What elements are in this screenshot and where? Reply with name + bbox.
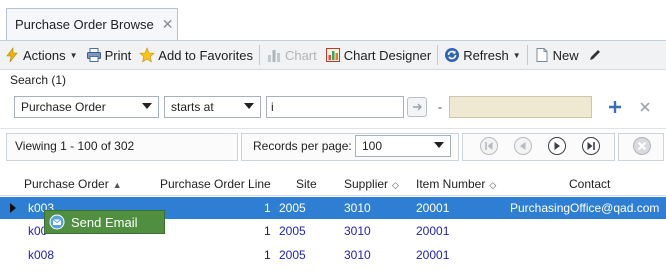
chart-button[interactable]: Chart: [262, 43, 321, 67]
new-label: New: [552, 47, 579, 63]
records-per-page-label: Records per page:: [253, 139, 352, 153]
send-email-label: Send Email: [71, 214, 138, 230]
remove-criteria-button[interactable]: [636, 98, 654, 116]
records-per-page-value: 100: [362, 139, 383, 153]
search-range-end-field[interactable]: [449, 96, 592, 118]
cell-po-line: 1: [264, 201, 271, 215]
add-criteria-button[interactable]: [606, 98, 624, 116]
cell-item-number: 20001: [416, 201, 450, 215]
cell-item-number: 20001: [416, 248, 450, 262]
chevron-down-icon: ▼: [512, 50, 521, 60]
bar-chart-icon: [267, 50, 280, 62]
chevron-down-icon: [434, 142, 444, 148]
refresh-icon: [445, 48, 460, 62]
close-icon: [640, 102, 650, 112]
next-page-icon[interactable]: [547, 136, 567, 156]
toolbar-divider: [437, 45, 439, 65]
cell-site: 2005: [279, 201, 306, 215]
cell-supplier: 3010: [344, 248, 371, 262]
actions-menu-button[interactable]: Actions ▼: [0, 43, 82, 67]
search-criteria-row: Purchase Order starts at -: [0, 92, 666, 122]
lookup-button[interactable]: [407, 97, 427, 117]
current-row-indicator-icon: [10, 203, 16, 213]
search-value-input[interactable]: [266, 96, 404, 118]
range-separator: -: [438, 100, 442, 114]
column-header-supplier[interactable]: Supplier ◇: [344, 177, 399, 191]
sort-icon: ◇: [392, 180, 399, 190]
print-label: Print: [104, 47, 132, 63]
stop-icon[interactable]: [632, 136, 652, 156]
column-header-site[interactable]: Site: [296, 177, 317, 191]
toolbar-divider: [258, 45, 260, 65]
close-icon[interactable]: ✕: [162, 16, 174, 33]
print-button[interactable]: Print: [82, 43, 136, 67]
chevron-down-icon: ▼: [69, 50, 78, 60]
column-header-purchase-order-line[interactable]: Purchase Order Line: [160, 177, 271, 191]
records-per-page-select[interactable]: 100: [355, 135, 451, 157]
viewing-range-text: Viewing 1 - 100 of 302: [15, 139, 135, 153]
sort-ascending-icon: ▲: [112, 180, 122, 190]
send-email-menu-item[interactable]: Send Email: [44, 210, 165, 234]
printer-icon: [86, 48, 101, 62]
search-field-value: Purchase Order: [21, 100, 106, 114]
pencil-icon: [589, 50, 600, 60]
star-icon: [139, 47, 156, 63]
lightning-icon: [6, 47, 18, 63]
paging-bar: Viewing 1 - 100 of 302 Records per page:…: [0, 128, 666, 162]
cell-item-number: 20001: [416, 224, 450, 238]
lookup-icon: [413, 103, 422, 111]
column-header-purchase-order[interactable]: Purchase Order ▲: [24, 177, 122, 191]
column-header-contact[interactable]: Contact: [569, 177, 610, 191]
search-operator-select[interactable]: starts at: [164, 96, 261, 118]
edit-button[interactable]: [583, 43, 607, 67]
chart-designer-button[interactable]: Chart Designer: [321, 43, 435, 67]
refresh-label: Refresh: [463, 47, 509, 63]
chevron-down-icon: [244, 103, 254, 109]
search-field-select[interactable]: Purchase Order: [14, 96, 159, 118]
search-section-label: Search (1): [10, 73, 67, 87]
tab-bar: Purchase Order Browse ✕: [0, 0, 666, 40]
tab-title: Purchase Order Browse: [15, 17, 154, 32]
cell-po-line: 1: [264, 248, 271, 262]
chevron-down-icon: [142, 103, 152, 109]
column-header-item-number[interactable]: Item Number ◇: [416, 177, 496, 191]
plus-icon: [609, 101, 621, 113]
grid-header: Purchase Order ▲ Purchase Order Line Site…: [0, 172, 666, 196]
chart-designer-label: Chart Designer: [343, 47, 432, 63]
cell-supplier: 3010: [344, 224, 371, 238]
cell-po-line: 1: [264, 224, 271, 238]
first-page-icon[interactable]: [479, 136, 499, 156]
refresh-menu-button[interactable]: Refresh ▼: [440, 43, 524, 67]
cell-supplier: 3010: [344, 201, 371, 215]
add-to-favorites-button[interactable]: Add to Favorites: [135, 43, 257, 67]
cell-purchase-order[interactable]: k008: [28, 248, 54, 262]
new-document-icon: [536, 48, 548, 62]
cell-site: 2005: [279, 224, 306, 238]
sort-icon: ◇: [489, 180, 497, 190]
cell-site: 2005: [279, 248, 306, 262]
chart-label: Chart: [284, 47, 317, 63]
toolbar-divider: [526, 45, 528, 65]
last-page-icon[interactable]: [581, 136, 601, 156]
previous-page-icon[interactable]: [513, 136, 533, 156]
favorites-label: Add to Favorites: [158, 47, 253, 63]
new-button[interactable]: New: [530, 43, 583, 67]
chart-designer-icon: [325, 48, 340, 62]
table-row[interactable]: k008 1 2005 3010 20001: [0, 244, 666, 266]
toolbar: Actions ▼ Print Add to Favorites Chart C…: [0, 40, 666, 70]
cell-contact: PurchasingOffice@qad.com: [510, 201, 660, 215]
actions-label: Actions: [23, 47, 66, 63]
email-icon: [49, 214, 65, 230]
search-operator-value: starts at: [171, 100, 214, 114]
tab-purchase-order-browse[interactable]: Purchase Order Browse ✕: [6, 8, 178, 40]
